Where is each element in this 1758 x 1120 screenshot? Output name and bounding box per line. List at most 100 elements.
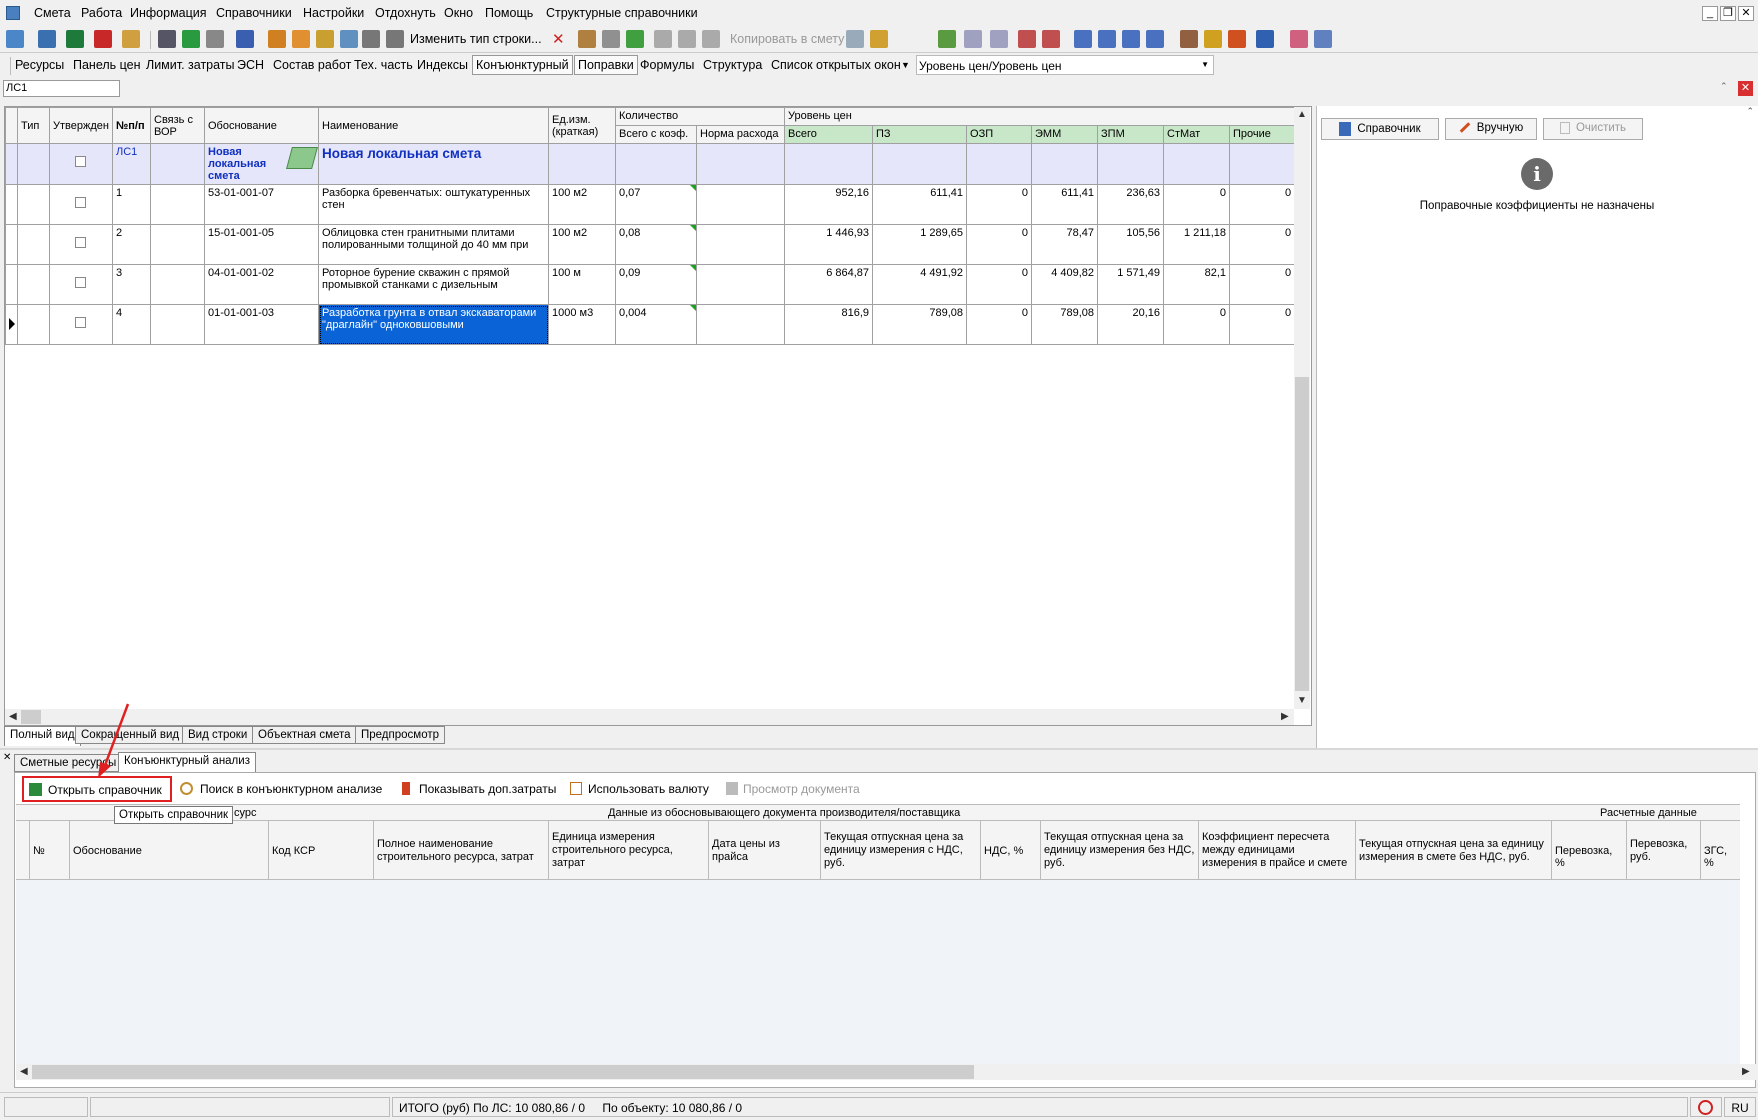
indent-icon[interactable] [1074,30,1092,48]
grid-hscrollbar[interactable]: ◀ ▶ [5,709,1294,725]
indent2-icon[interactable] [1098,30,1116,48]
col-estimate-price[interactable]: Текущая отпускная цена за единицу измере… [1356,821,1552,880]
book-icon[interactable] [938,30,956,48]
boxes-icon[interactable] [316,30,334,48]
col-vor-link[interactable]: Связь с ВОР [150,107,205,144]
col-emm[interactable]: ЭММ [1031,125,1099,144]
col-stmat[interactable]: СтМат [1163,125,1231,144]
resources-button[interactable]: Ресурсы [15,58,64,72]
menu-structural-refs[interactable]: Структурные справочники [546,6,698,20]
calc-icon[interactable] [236,30,254,48]
new-icon[interactable] [6,30,24,48]
close-icon[interactable]: ✕ [1738,6,1754,21]
helmet-icon[interactable] [1228,30,1246,48]
open-windows-dropdown[interactable]: Список открытых окон [771,58,901,72]
work-composition-button[interactable]: Состав работ [273,58,351,72]
approved-checkbox[interactable] [75,237,86,248]
scroll-up-icon[interactable]: ▲ [1297,109,1307,120]
col-type[interactable]: Тип [17,107,50,144]
col-price-without-vat[interactable]: Текущая отпускная цена за единицу измере… [1041,821,1199,880]
col-basis[interactable]: Обоснование [204,107,319,144]
col-ksr-code[interactable]: Код КСР [269,821,374,880]
car-icon[interactable] [1256,30,1274,48]
menu-smeta[interactable]: Смета [34,6,71,20]
machine-icon[interactable] [386,30,404,48]
col-zpm[interactable]: ЗПМ [1097,125,1165,144]
col-full-name[interactable]: Полное наименование строительного ресурс… [374,821,549,880]
hammer-icon[interactable] [1180,30,1198,48]
col-zgs[interactable]: ЗГС, % [1701,821,1740,880]
table-row[interactable]: 1 53-01-001-07 Разборка бревенчатых: ошт… [5,184,1296,225]
col-qty-norm[interactable]: Норма расхода [695,125,786,144]
menu-rabota[interactable]: Работа [81,6,122,20]
cut-icon[interactable] [654,30,672,48]
manual-button[interactable]: Вручную [1445,118,1537,140]
copy-to-estimate-button[interactable]: Копировать в смету [730,32,844,46]
paste-res-icon[interactable] [602,30,620,48]
hscroll-thumb[interactable] [21,710,41,724]
copy-icon[interactable] [678,30,696,48]
col-price-level[interactable]: Уровень цен [784,107,1296,126]
search-icon[interactable] [122,30,140,48]
scroll-right-icon[interactable]: ▶ [1281,711,1289,722]
menu-references[interactable]: Справочники [216,6,292,20]
estimate-selector[interactable]: ЛС1 [3,80,120,97]
limit-costs-button[interactable]: Лимит. затраты [146,58,235,72]
approved-checkbox[interactable] [75,277,86,288]
tab-row-view[interactable]: Вид строки [182,726,254,744]
col-vat[interactable]: НДС, % [981,821,1041,880]
excel-icon[interactable] [66,30,84,48]
menu-info[interactable]: Информация [130,6,207,20]
clear-button[interactable]: Очистить [1543,118,1643,140]
row-name[interactable]: Разработка грунта в отвал экскаваторами … [318,304,549,345]
col-qty-total[interactable]: Всего с коэф. [615,125,697,144]
undo-icon[interactable] [206,30,224,48]
col-other[interactable]: Прочие [1229,125,1296,144]
expand-icon[interactable]: ⌃ [1720,81,1728,92]
tab-preview[interactable]: Предпросмотр [355,726,445,744]
menu-rest[interactable]: Отдохнуть [375,6,436,20]
scroll-thumb[interactable] [1295,377,1309,691]
approved-checkbox[interactable] [75,197,86,208]
structure-button[interactable]: Структура [703,58,762,72]
hscroll-thumb[interactable] [32,1065,974,1079]
approved-checkbox[interactable] [75,317,86,328]
col-conversion-coef[interactable]: Коэффициент пересчета между единицами из… [1199,821,1356,880]
view-document-button[interactable]: Просмотр документа [743,782,860,796]
tech-part-button[interactable]: Тех. часть [354,58,413,72]
scroll-right-icon[interactable]: ▶ [1742,1066,1750,1077]
col-unit[interactable]: Единица измерения строительного ресурса,… [549,821,709,880]
restore-icon[interactable]: ❐ [1720,6,1736,21]
reference-button[interactable]: Справочник [1321,118,1439,140]
tools-icon[interactable] [268,30,286,48]
excavator-icon[interactable] [1204,30,1222,48]
page-icon[interactable] [964,30,982,48]
doc-icon[interactable] [846,30,864,48]
col-ozp[interactable]: ОЗП [966,125,1033,144]
col-num[interactable]: №п/п [112,107,151,144]
formulas-button[interactable]: Формулы [640,58,694,72]
splitter[interactable] [0,748,1758,750]
scroll-left-icon[interactable]: ◀ [9,711,17,722]
tab-conjuncture-analysis[interactable]: Конъюнктурный анализ [118,752,256,772]
col-price-with-vat[interactable]: Текущая отпускная цена за единицу измере… [821,821,981,880]
refresh-icon[interactable] [182,30,200,48]
change-row-type-button[interactable]: Изменить тип строки... [410,32,542,46]
folder-icon[interactable] [870,30,888,48]
col-quantity[interactable]: Количество [614,107,786,126]
outdent-icon[interactable] [1122,30,1140,48]
filter-icon[interactable] [1018,30,1036,48]
language-indicator[interactable]: RU [1724,1097,1756,1117]
menu-help[interactable]: Помощь [485,6,533,20]
up-icon[interactable] [626,30,644,48]
outdent2-icon[interactable] [1146,30,1164,48]
conjuncture-button[interactable]: Конъюнктурный [472,55,573,75]
close-estimate-icon[interactable]: ✕ [1738,81,1753,96]
tab-full-view[interactable]: Полный вид [4,726,81,746]
corrections-button[interactable]: Поправки [574,55,638,75]
delete-icon[interactable]: ✕ [552,30,565,48]
section-row[interactable]: ЛС1 Новая локальная смета Новая локальна… [5,143,1296,185]
filter2-icon[interactable] [1042,30,1060,48]
minimize-icon[interactable]: _ [1702,6,1718,21]
tab-object-estimate[interactable]: Объектная смета [252,726,357,744]
